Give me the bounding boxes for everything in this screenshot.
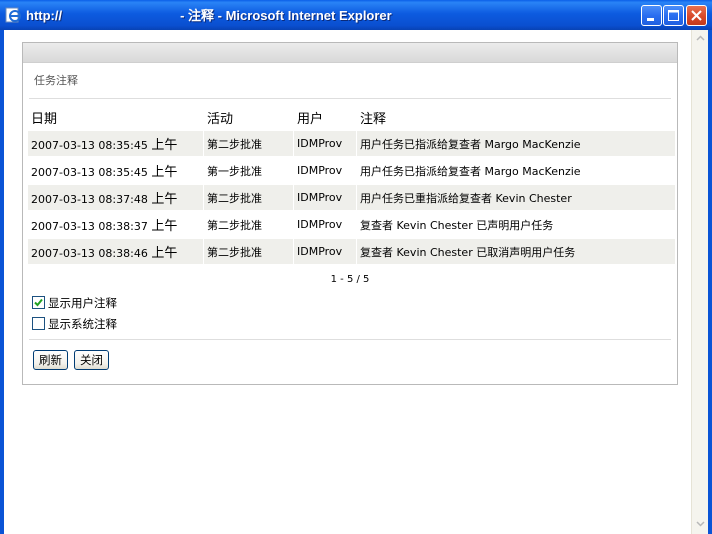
date-cell: 2007-03-13 08:38:37 上午	[28, 212, 204, 237]
minimize-button[interactable]	[641, 5, 662, 26]
column-header-activity: 活动	[207, 111, 234, 127]
note-cell: 用户任务已重指派给复查者 Kevin Chester	[357, 185, 676, 210]
table-row: 2007-03-13 08:37:48 上午 第二步批准 IDMProv 用户任…	[28, 185, 676, 210]
panel-title: 任务注释	[34, 74, 78, 87]
table-row: 2007-03-13 08:35:45 上午 第一步批准 IDMProv 用户任…	[28, 158, 676, 183]
table-row: 2007-03-13 08:35:45 上午 第二步批准 IDMProv 用户任…	[28, 131, 676, 156]
checkmark-icon	[34, 298, 43, 307]
maximize-icon	[668, 10, 679, 21]
title-bar: http:// - 注释 - Microsoft Internet Explore…	[0, 0, 712, 30]
title-url: http://	[26, 8, 63, 23]
table-row: 2007-03-13 08:38:46 上午 第二步批准 IDMProv 复查者…	[28, 239, 676, 264]
user-cell: IDMProv	[294, 239, 357, 264]
divider	[29, 98, 671, 99]
user-cell: IDMProv	[294, 131, 357, 156]
note-cell: 用户任务已指派给复查者 Margo MacKenzie	[357, 131, 676, 156]
date-cell: 2007-03-13 08:38:46 上午	[28, 239, 204, 264]
show-user-notes-label: 显示用户注释	[48, 296, 117, 310]
refresh-button[interactable]: 刷新	[33, 350, 68, 370]
user-cell: IDMProv	[294, 185, 357, 210]
show-system-notes-label: 显示系统注释	[48, 317, 117, 331]
activity-cell: 第二步批准	[204, 185, 294, 210]
vertical-scrollbar[interactable]	[691, 30, 708, 534]
scroll-down-arrow-icon[interactable]	[693, 516, 708, 531]
note-cell: 复查者 Kevin Chester 已声明用户任务	[357, 212, 676, 237]
panel-header-bar	[23, 43, 677, 63]
close-button[interactable]: 关闭	[74, 350, 109, 370]
show-system-notes-option[interactable]: 显示系统注释	[32, 316, 117, 331]
notes-table: 日期 活动 用户 注释 2007-03-13 08:35:45 上午 第二步批准…	[28, 103, 676, 266]
browser-content: 任务注释 日期 活动 用户 注释 2007-03-13 08:35:45 上午 …	[4, 30, 708, 534]
title-app: - 注释 - Microsoft Internet Explorer	[180, 8, 392, 23]
table-header-row: 日期 活动 用户 注释	[28, 105, 676, 129]
table-row: 2007-03-13 08:38:37 上午 第二步批准 IDMProv 复查者…	[28, 212, 676, 237]
note-cell: 复查者 Kevin Chester 已取消声明用户任务	[357, 239, 676, 264]
column-header-note: 注释	[360, 111, 387, 127]
note-cell: 用户任务已指派给复查者 Margo MacKenzie	[357, 158, 676, 183]
activity-cell: 第二步批准	[204, 239, 294, 264]
date-cell: 2007-03-13 08:35:45 上午	[28, 131, 204, 156]
divider	[29, 339, 671, 340]
notes-panel: 任务注释 日期 活动 用户 注释 2007-03-13 08:35:45 上午 …	[22, 42, 678, 385]
close-icon	[691, 10, 702, 21]
show-user-notes-checkbox[interactable]	[32, 296, 45, 309]
activity-cell: 第二步批准	[204, 212, 294, 237]
window-title: http:// - 注释 - Microsoft Internet Explore…	[26, 7, 392, 25]
maximize-button[interactable]	[663, 5, 684, 26]
show-system-notes-checkbox[interactable]	[32, 317, 45, 330]
show-user-notes-option[interactable]: 显示用户注释	[32, 295, 117, 310]
scroll-up-arrow-icon[interactable]	[693, 31, 708, 46]
internet-explorer-icon[interactable]	[5, 7, 21, 23]
user-cell: IDMProv	[294, 212, 357, 237]
date-cell: 2007-03-13 08:37:48 上午	[28, 185, 204, 210]
close-window-button[interactable]	[686, 5, 707, 26]
user-cell: IDMProv	[294, 158, 357, 183]
date-cell: 2007-03-13 08:35:45 上午	[28, 158, 204, 183]
pagination-info: 1 - 5 / 5	[330, 274, 370, 285]
column-header-user: 用户	[297, 111, 324, 127]
activity-cell: 第一步批准	[204, 158, 294, 183]
minimize-icon	[647, 18, 654, 21]
activity-cell: 第二步批准	[204, 131, 294, 156]
column-header-date: 日期	[31, 111, 58, 127]
